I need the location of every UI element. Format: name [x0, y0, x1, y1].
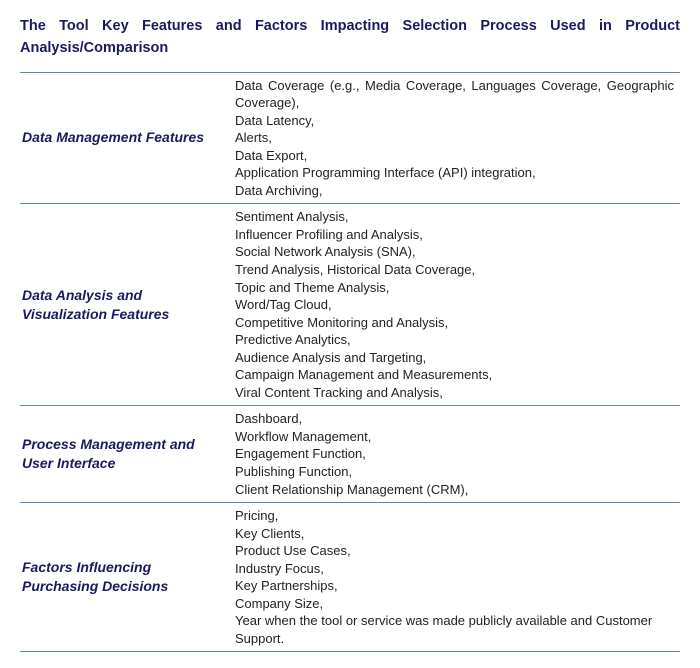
item-line: Key Partnerships,: [235, 577, 674, 595]
item-line: Alerts,: [235, 129, 674, 147]
table-row: Data Analysis and Visualization Features…: [20, 204, 680, 406]
category-cell: Process Management and User Interface: [20, 406, 225, 503]
item-line: Year when the tool or service was made p…: [235, 612, 674, 647]
items-cell: Data Coverage (e.g., Media Coverage, Lan…: [225, 72, 680, 204]
item-line: Competitive Monitoring and Analysis,: [235, 314, 674, 332]
item-line: Data Latency,: [235, 112, 674, 130]
item-line: Data Export,: [235, 147, 674, 165]
item-line: Predictive Analytics,: [235, 331, 674, 349]
item-line: Viral Content Tracking and Analysis,: [235, 384, 674, 402]
items-cell: Sentiment Analysis,Influencer Profiling …: [225, 204, 680, 406]
category-cell: Factors Influencing Purchasing Decisions: [20, 503, 225, 652]
category-cell: Data Management Features: [20, 72, 225, 204]
item-line: Topic and Theme Analysis,: [235, 279, 674, 297]
item-line: Influencer Profiling and Analysis,: [235, 226, 674, 244]
item-line: Audience Analysis and Targeting,: [235, 349, 674, 367]
item-line: Application Programming Interface (API) …: [235, 164, 674, 182]
item-line: Workflow Management,: [235, 428, 674, 446]
item-line: Social Network Analysis (SNA),: [235, 243, 674, 261]
item-line: Word/Tag Cloud,: [235, 296, 674, 314]
table-row: Process Management and User InterfaceDas…: [20, 406, 680, 503]
items-cell: Dashboard,Workflow Management,Engagement…: [225, 406, 680, 503]
item-line: Publishing Function,: [235, 463, 674, 481]
category-cell: Data Analysis and Visualization Features: [20, 204, 225, 406]
item-line: Data Coverage (e.g., Media Coverage, Lan…: [235, 77, 674, 112]
item-line: Pricing,: [235, 507, 674, 525]
item-line: Company Size,: [235, 595, 674, 613]
item-line: Engagement Function,: [235, 445, 674, 463]
features-table: Data Management Features Data Coverage (e…: [20, 72, 680, 653]
item-line: Sentiment Analysis,: [235, 208, 674, 226]
item-line: Product Use Cases,: [235, 542, 674, 560]
table-row: Factors Influencing Purchasing Decisions…: [20, 503, 680, 652]
item-line: Key Clients,: [235, 525, 674, 543]
item-line: Industry Focus,: [235, 560, 674, 578]
item-line: Data Archiving,: [235, 182, 674, 200]
item-line: Campaign Management and Measurements,: [235, 366, 674, 384]
page-title: The Tool Key Features and Factors Impact…: [20, 16, 680, 60]
items-cell: Pricing,Key Clients,Product Use Cases,In…: [225, 503, 680, 652]
item-line: Client Relationship Management (CRM),: [235, 481, 674, 499]
table-row: Data Management Features Data Coverage (e…: [20, 72, 680, 204]
item-line: Trend Analysis, Historical Data Coverage…: [235, 261, 674, 279]
item-line: Dashboard,: [235, 410, 674, 428]
